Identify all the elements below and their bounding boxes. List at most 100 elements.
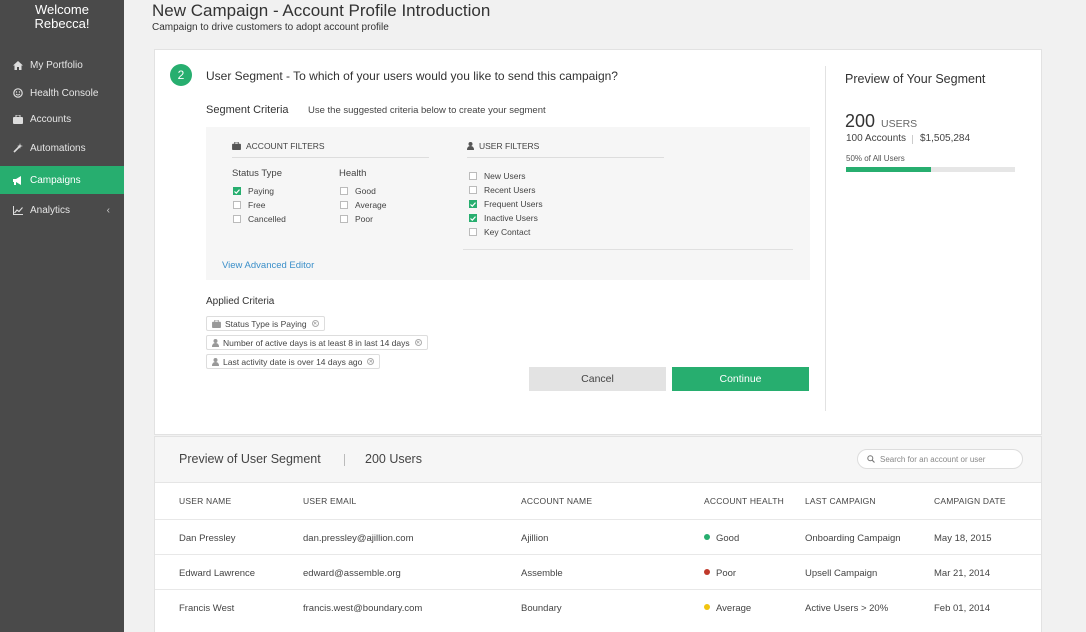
- filter-recent-users[interactable]: Recent Users: [469, 185, 536, 195]
- status-dot-icon: [704, 604, 710, 611]
- sidebar-item-label: Analytics: [30, 204, 71, 216]
- step-question: User Segment - To which of your users wo…: [206, 69, 618, 83]
- column-header[interactable]: ACCOUNT NAME: [521, 496, 592, 506]
- column-header[interactable]: LAST CAMPAIGN: [805, 496, 876, 506]
- checkbox[interactable]: [233, 201, 241, 209]
- segment-criteria-label: Segment Criteria: [206, 104, 289, 116]
- user-segment-table-card: Preview of User Segment 200 Users USER N…: [154, 436, 1042, 632]
- segment-preview-title: Preview of Your Segment: [845, 72, 986, 86]
- welcome-line: Welcome: [35, 2, 89, 17]
- last-campaign-cell: Onboarding Campaign: [805, 533, 901, 544]
- sidebar-item-label: My Portfolio: [30, 59, 83, 71]
- segment-percent-label: 50% of All Users: [846, 154, 905, 163]
- user-icon: [467, 142, 474, 150]
- filter-paying[interactable]: Paying: [233, 186, 274, 196]
- criteria-chip[interactable]: Number of active days is at least 8 in l…: [206, 335, 428, 350]
- criteria-chip[interactable]: Last activity date is over 14 days ago ✕: [206, 354, 381, 369]
- search-input[interactable]: [880, 454, 1015, 464]
- filter-key-contact[interactable]: Key Contact: [469, 227, 530, 237]
- table-row[interactable]: Francis West francis.west@boundary.com B…: [155, 589, 1041, 624]
- filter-poor[interactable]: Poor: [340, 214, 373, 224]
- filter-good[interactable]: Good: [340, 186, 376, 196]
- sidebar-item-my-portfolio[interactable]: My Portfolio: [0, 51, 124, 79]
- segment-amount: $1,505,284: [920, 133, 971, 144]
- campaign-date-cell: Mar 21, 2014: [934, 568, 990, 579]
- checkbox-label: Frequent Users: [484, 199, 543, 209]
- checkbox[interactable]: [340, 215, 348, 223]
- table-row[interactable]: Dan Pressley dan.pressley@ajillion.com A…: [155, 519, 1041, 554]
- account-filters-heading: ACCOUNT FILTERS: [232, 141, 429, 158]
- health-label: Good: [716, 533, 740, 544]
- status-dot-icon: [704, 534, 710, 541]
- filter-frequent-users[interactable]: Frequent Users: [469, 199, 543, 209]
- checkbox-checked[interactable]: [233, 187, 241, 195]
- continue-button[interactable]: Continue: [672, 367, 809, 391]
- table-title: Preview of User Segment: [179, 452, 321, 466]
- chip-label: Status Type is Paying: [225, 318, 307, 329]
- filter-cancelled[interactable]: Cancelled: [233, 214, 286, 224]
- briefcase-icon: [232, 142, 241, 150]
- cancel-button[interactable]: Cancel: [529, 367, 666, 391]
- sidebar-item-analytics[interactable]: Analytics ‹: [0, 196, 124, 224]
- remove-chip-icon[interactable]: ✕: [311, 320, 319, 327]
- table-row[interactable]: Edward Lawrence edward@assemble.org Asse…: [155, 554, 1041, 589]
- sidebar-item-accounts[interactable]: Accounts: [0, 105, 124, 133]
- chip-label: Number of active days is at least 8 in l…: [223, 337, 410, 348]
- remove-chip-icon[interactable]: ✕: [367, 358, 375, 365]
- checkbox-label: Average: [355, 200, 387, 210]
- filter-inactive-users[interactable]: Inactive Users: [469, 213, 538, 223]
- filter-free[interactable]: Free: [233, 200, 265, 210]
- account-health-cell: Average: [704, 603, 751, 614]
- segment-user-count: 200: [845, 111, 876, 131]
- checkbox[interactable]: [340, 187, 348, 195]
- checkbox[interactable]: [469, 172, 477, 180]
- criteria-chip[interactable]: Status Type is Paying ✕: [206, 316, 325, 331]
- search-box[interactable]: [857, 449, 1023, 469]
- account-name-cell: Assemble: [521, 568, 563, 579]
- sidebar: Welcome Rebecca! My Portfolio Health Con…: [0, 0, 124, 632]
- column-header[interactable]: CAMPAIGN DATE: [934, 496, 1006, 506]
- sidebar-item-health-console[interactable]: Health Console: [0, 79, 124, 107]
- sidebar-item-campaigns[interactable]: Campaigns: [0, 166, 124, 194]
- checkbox-label: Recent Users: [484, 185, 536, 195]
- user-icon: [212, 357, 219, 366]
- checkbox[interactable]: [469, 228, 477, 236]
- column-header[interactable]: USER EMAIL: [303, 496, 357, 506]
- status-type-title: Status Type: [232, 168, 282, 179]
- checkbox-label: Cancelled: [248, 214, 286, 224]
- checkbox[interactable]: [469, 186, 477, 194]
- segment-progress-fill: [846, 167, 931, 172]
- checkbox-checked[interactable]: [469, 200, 477, 208]
- user-icon: [212, 338, 219, 347]
- column-header[interactable]: ACCOUNT HEALTH: [704, 496, 784, 506]
- column-header[interactable]: USER NAME: [179, 496, 231, 506]
- chart-icon: [12, 205, 24, 215]
- checkbox[interactable]: [233, 215, 241, 223]
- last-campaign-cell: Upsell Campaign: [805, 568, 878, 579]
- filter-new-users[interactable]: New Users: [469, 171, 526, 181]
- checkbox-label: Good: [355, 186, 376, 196]
- sidebar-item-label: Health Console: [30, 87, 99, 99]
- search-icon: [867, 450, 875, 468]
- checkbox-label: Paying: [248, 186, 274, 196]
- user-email-cell: francis.west@boundary.com: [303, 603, 423, 614]
- sidebar-item-automations[interactable]: Automations: [0, 134, 124, 162]
- checkbox-checked[interactable]: [469, 214, 477, 222]
- account-name-cell: Boundary: [521, 603, 562, 614]
- filter-average[interactable]: Average: [340, 200, 387, 210]
- campaign-date-cell: May 18, 2015: [934, 533, 992, 544]
- account-health-cell: Poor: [704, 568, 736, 579]
- health-title: Health: [339, 168, 367, 179]
- user-name-cell: Dan Pressley: [179, 533, 236, 544]
- page-title: New Campaign - Account Profile Introduct…: [152, 1, 491, 20]
- wand-icon: [12, 143, 24, 153]
- view-advanced-editor-link[interactable]: View Advanced Editor: [222, 260, 314, 271]
- checkbox[interactable]: [340, 201, 348, 209]
- sidebar-item-label: Automations: [30, 142, 86, 154]
- account-name-cell: Ajillion: [521, 533, 549, 544]
- divider: [344, 454, 345, 466]
- remove-chip-icon[interactable]: ✕: [414, 339, 422, 346]
- briefcase-icon: [212, 319, 221, 328]
- checkbox-label: New Users: [484, 171, 526, 181]
- user-filters-label: USER FILTERS: [479, 141, 540, 151]
